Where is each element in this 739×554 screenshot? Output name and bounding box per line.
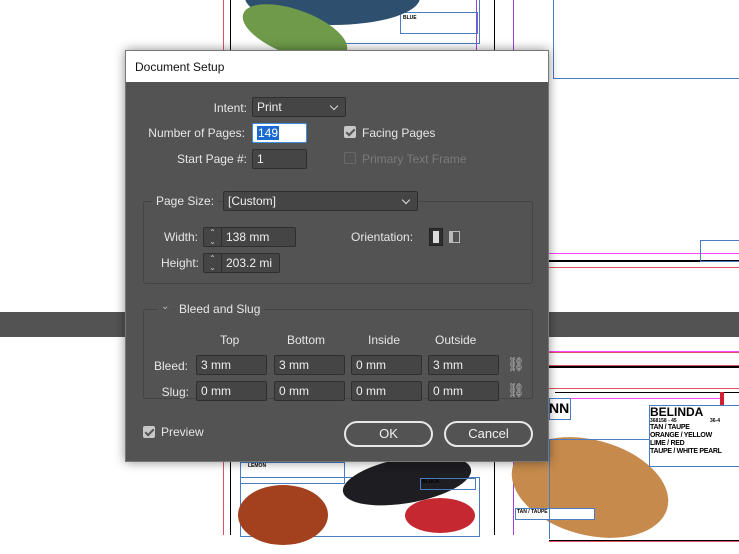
color-label: BLUE [403, 15, 417, 21]
color-label: BLACK [422, 479, 440, 485]
bleed-outside-value: 3 mm [433, 358, 463, 372]
product-code: 368158 - 45 36-4 [650, 418, 739, 424]
height-label: Height: [160, 256, 199, 270]
num-pages-label: Number of Pages: [148, 126, 245, 140]
brand-logo: NN [549, 400, 570, 416]
product-color: TAN / TAUPE [650, 424, 690, 431]
bleed-outside-input[interactable]: 3 mm [428, 355, 499, 375]
bleed-inside-input[interactable]: 0 mm [351, 355, 422, 375]
intent-label: Intent: [213, 101, 247, 115]
color-label: LEMON [248, 463, 267, 469]
portrait-orientation-icon[interactable] [429, 228, 443, 246]
slug-bottom-input[interactable]: 0 mm [274, 381, 345, 401]
bleed-guide [549, 267, 739, 268]
text-frame[interactable] [700, 240, 739, 262]
slug-outside-value: 0 mm [433, 384, 463, 398]
product-name: BELINDA [650, 405, 704, 419]
landscape-orientation-icon[interactable] [447, 228, 461, 246]
product-color: TAUPE / WHITE PEARL [650, 448, 722, 455]
product-code-text: 368158 - 45 [650, 418, 677, 424]
slug-inside-input[interactable]: 0 mm [351, 381, 422, 401]
bleed-top-input[interactable]: 3 mm [196, 355, 267, 375]
width-label: Width: [163, 230, 198, 244]
product-color: LIME / RED [650, 440, 685, 447]
start-page-value: 1 [257, 152, 264, 166]
bleed-bottom-input[interactable]: 3 mm [274, 355, 345, 375]
margin-guide [555, 398, 720, 399]
unlink-chain-icon[interactable]: ⛓ [507, 382, 525, 399]
bleed-guide [549, 388, 739, 389]
preview-label: Preview [161, 425, 204, 439]
product-text-frame[interactable]: BELINDA 368158 - 45 36-4 TAN / TAUPE ORAN… [649, 405, 739, 467]
shoe-image [405, 498, 475, 533]
width-value: 138 mm [226, 230, 270, 244]
facing-pages-label: Facing Pages [362, 126, 436, 140]
cancel-button[interactable]: Cancel [444, 421, 533, 447]
unlink-chain-icon[interactable]: ⛓ [507, 356, 525, 373]
bleed-guide [549, 541, 739, 542]
bleed-inside-value: 0 mm [356, 358, 386, 372]
num-pages-input[interactable]: 149 [252, 123, 307, 143]
column-header-bottom: Bottom [287, 333, 326, 347]
document-setup-dialog: Document Setup Intent: Print Number of P… [125, 50, 549, 462]
slug-outside-input[interactable]: 0 mm [428, 381, 499, 401]
width-input[interactable]: 138 mm [221, 227, 296, 247]
slug-label: Slug: [161, 385, 189, 399]
page-size-label: Page Size: [152, 194, 219, 208]
bleed-bottom-value: 3 mm [279, 358, 309, 372]
shoe-image [238, 485, 328, 545]
product-sizes: 36-4 [710, 418, 721, 424]
height-stepper[interactable]: ⌃ ⌄ [203, 253, 222, 273]
height-input[interactable]: 203.2 mi [221, 253, 280, 273]
page-size-value: [Custom] [228, 194, 277, 208]
page-edge [555, 392, 739, 393]
preview-checkbox[interactable] [143, 426, 155, 438]
dialog-title[interactable]: Document Setup [126, 51, 548, 82]
page-size-group [143, 201, 533, 284]
orientation-label: Orientation: [351, 230, 414, 244]
image-frame[interactable] [549, 439, 649, 539]
page-edge [549, 366, 739, 368]
intent-select[interactable]: Print [252, 97, 346, 117]
slug-inside-value: 0 mm [356, 384, 386, 398]
height-value: 203.2 mi [226, 256, 273, 270]
column-header-outside: Outside [435, 333, 477, 347]
slug-top-value: 0 mm [201, 384, 231, 398]
bleed-slug-title: Bleed and Slug [175, 302, 265, 316]
page-size-select[interactable]: [Custom] [223, 191, 418, 211]
bleed-top-value: 3 mm [201, 358, 231, 372]
intent-value: Print [257, 100, 282, 114]
slug-bottom-value: 0 mm [279, 384, 309, 398]
product-color: ORANGE / YELLOW [650, 432, 712, 439]
text-frame[interactable] [553, 0, 739, 79]
margin-guide [549, 351, 739, 352]
color-label: TAN / TAUPE [517, 509, 548, 515]
ok-button[interactable]: OK [344, 421, 433, 447]
primary-text-frame-label: Primary Text Frame [362, 152, 467, 166]
slug-top-input[interactable]: 0 mm [196, 381, 267, 401]
num-pages-value: 149 [257, 126, 280, 140]
width-stepper[interactable]: ⌃ ⌄ [203, 227, 222, 247]
facing-pages-checkbox[interactable] [344, 126, 356, 138]
bleed-guide [549, 352, 739, 353]
column-header-top: Top [220, 333, 240, 347]
primary-text-frame-checkbox[interactable] [344, 152, 356, 164]
bleed-label: Bleed: [153, 359, 188, 373]
start-page-label: Start Page #: [176, 152, 247, 166]
column-header-inside: Inside [368, 333, 401, 347]
collapse-chevron-icon[interactable]: ⌄ [157, 301, 174, 312]
start-page-input[interactable]: 1 [252, 149, 307, 169]
